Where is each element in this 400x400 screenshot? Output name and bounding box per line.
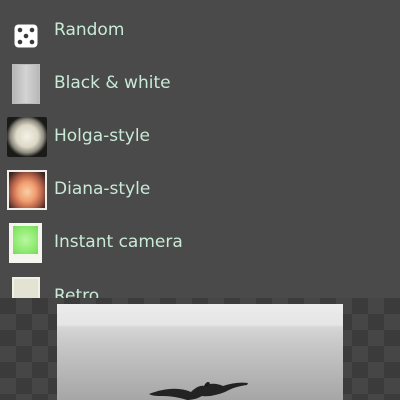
menu-item-label: Diana-style [54,179,151,199]
menu-item-diana[interactable]: Diana-style [0,164,400,217]
diana-thumbnail [7,170,47,210]
menu-item-label: Random [54,20,125,40]
retro-thumbnail [12,277,40,298]
menu-item-retro[interactable]: Retro [0,271,400,298]
menu-item-label: Instant camera [54,232,183,252]
menu-item-label: Retro [54,286,100,298]
instant-thumbnail [9,223,42,263]
photo-canvas [0,298,400,400]
menu-item-label: Holga-style [54,126,151,146]
filter-menu: Random Black & white Holga-style Diana-s… [0,0,400,298]
menu-item-random[interactable]: Random [0,5,400,58]
menu-item-holga[interactable]: Holga-style [0,111,400,164]
menu-item-black-white[interactable]: Black & white [0,58,400,111]
photo-preview [57,304,343,400]
dice-icon [14,24,38,48]
filter-screen: Random Black & white Holga-style Diana-s… [0,0,400,400]
menu-item-label: Black & white [54,73,171,93]
bird-silhouette [149,382,248,400]
holga-thumbnail [7,117,47,157]
menu-item-instant-camera[interactable]: Instant camera [0,217,400,270]
bw-thumbnail [12,64,40,104]
